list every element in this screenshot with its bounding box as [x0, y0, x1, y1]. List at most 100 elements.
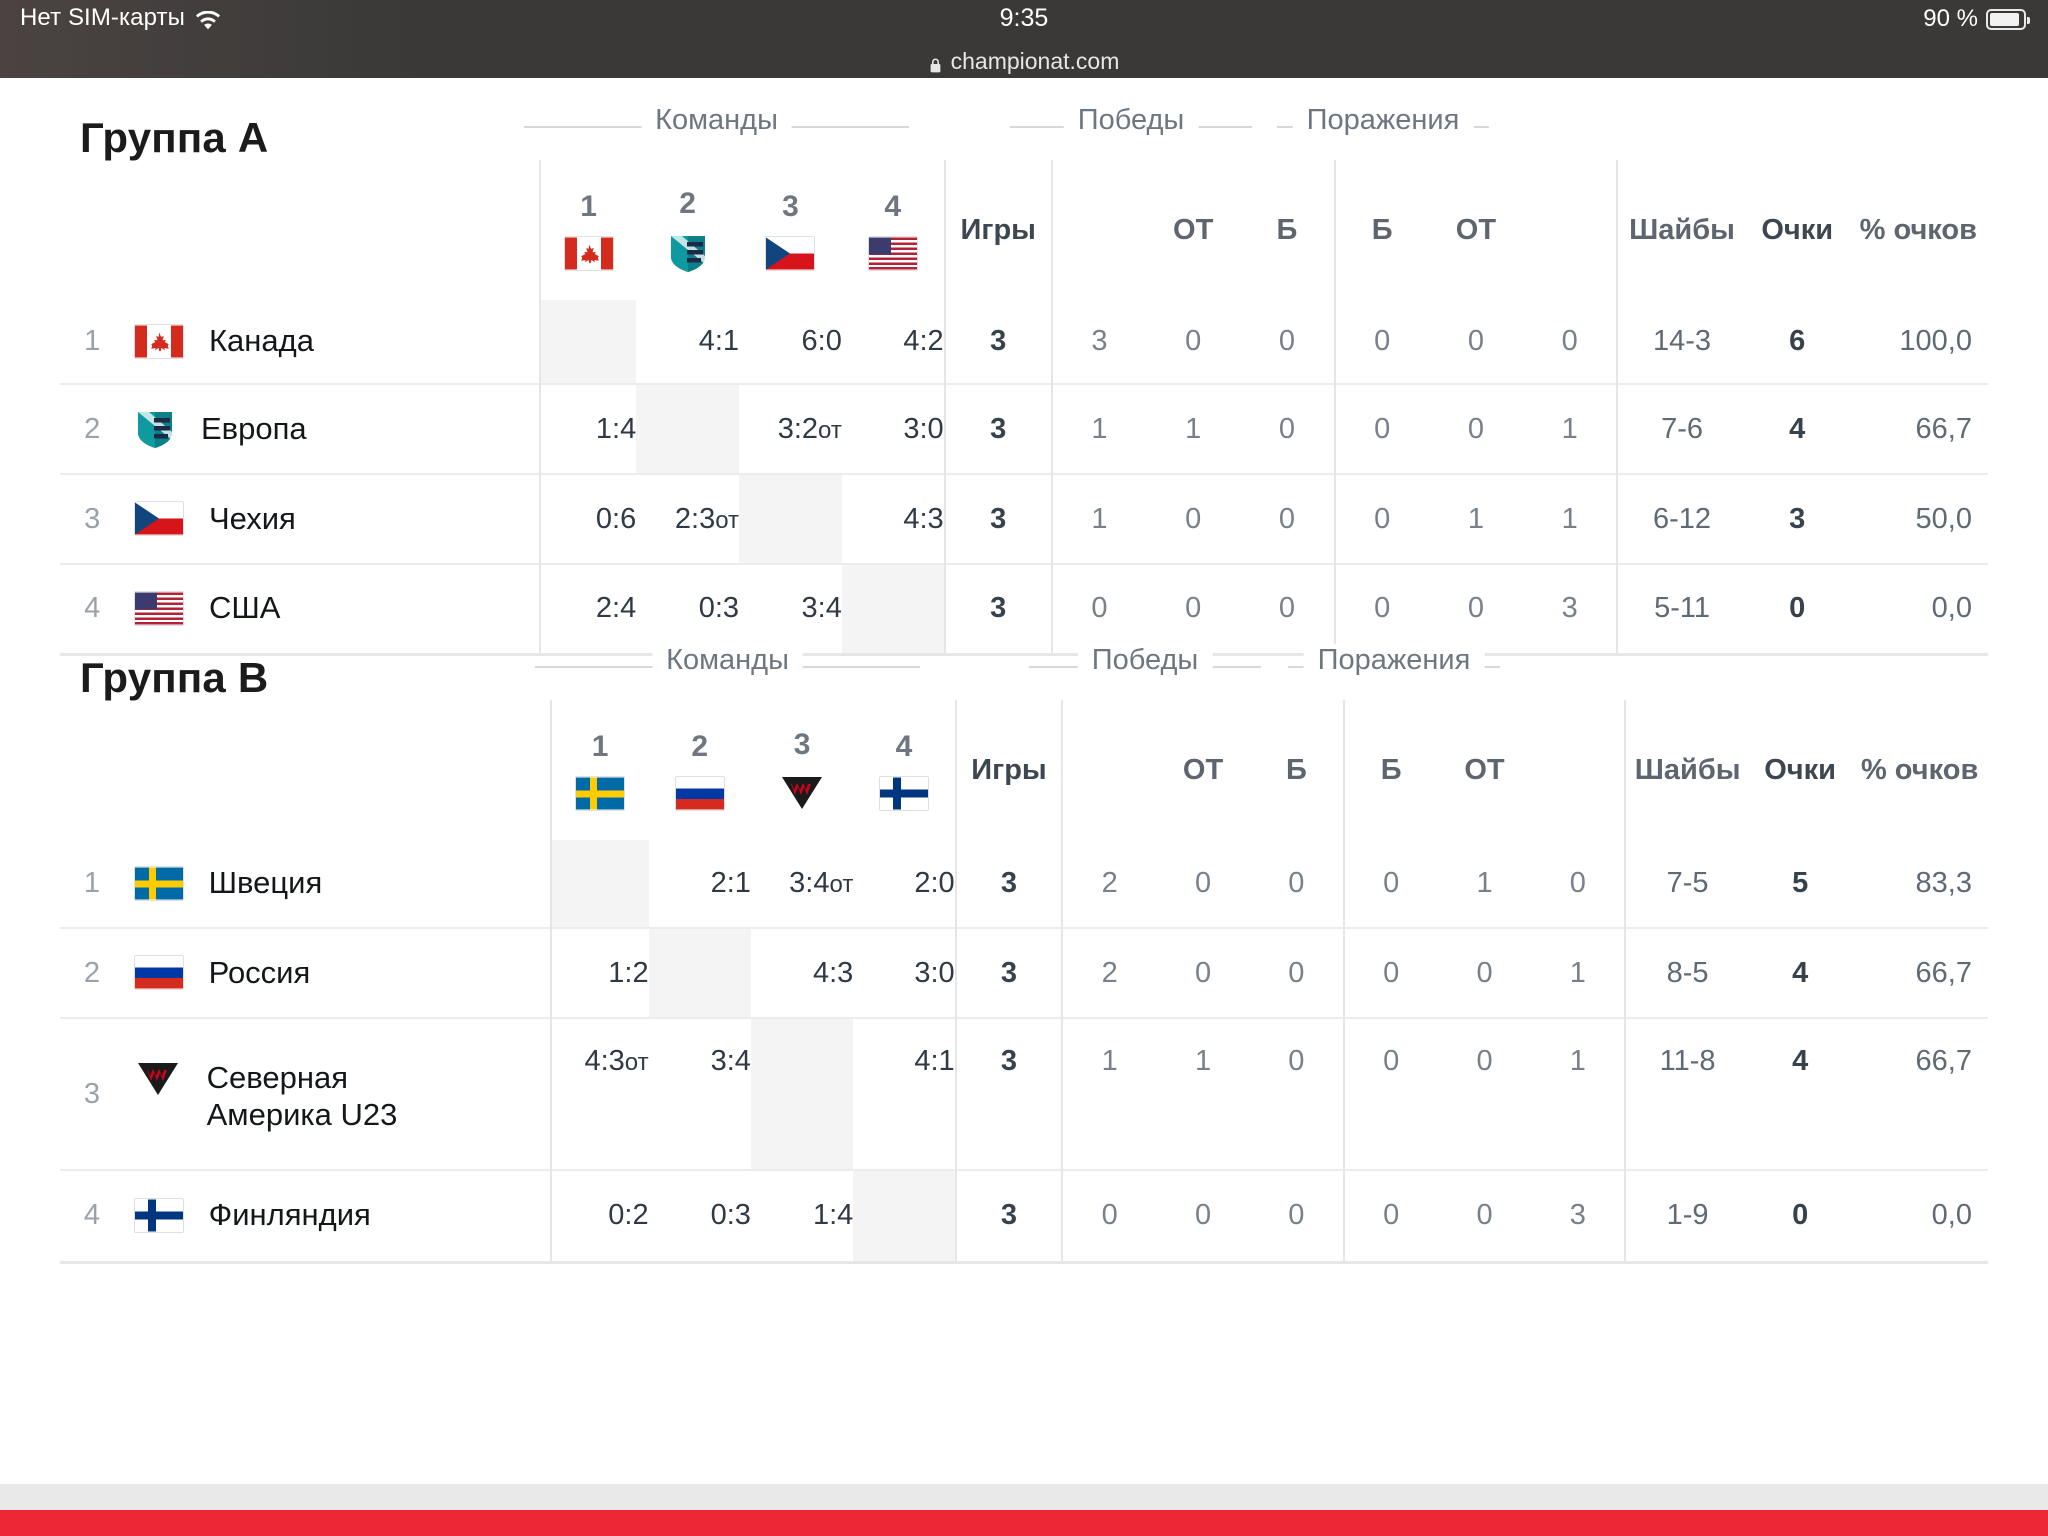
points-cell: 3 — [1789, 502, 1806, 535]
qualified-marker — [124, 928, 135, 1018]
battery-icon — [1986, 8, 2030, 30]
table-row[interactable]: 2 Европа 1:4 3:2от 3:0 3 1 1 0 0 0 1 7-6… — [60, 384, 1988, 474]
table-row[interactable]: 3 Чехия 0:6 2:3от 4:3 3 1 0 0 0 1 1 6-12… — [60, 474, 1988, 564]
team-name: Европа — [200, 410, 307, 446]
points-cell: 6 — [1789, 325, 1806, 357]
match-cell[interactable]: 6:0 — [739, 300, 842, 384]
match-cell[interactable]: 4:3от — [549, 1018, 649, 1170]
match-cell[interactable]: 2:1 — [649, 840, 751, 928]
match-cell[interactable]: 0:2 — [549, 1170, 649, 1262]
team-cell[interactable]: Канада — [134, 300, 540, 384]
header-team-num-3: 3 — [782, 190, 799, 224]
row-rank: 2 — [83, 956, 101, 989]
match-cell[interactable]: 0:3 — [649, 1170, 751, 1262]
caption-wins-label: Победы — [1077, 644, 1213, 677]
header-wins-total — [1050, 160, 1147, 300]
wins-ot-cell: 1 — [1185, 412, 1202, 445]
losses-so-cell: 0 — [1333, 474, 1429, 564]
match-cell[interactable]: 0:6 — [538, 474, 637, 564]
team-cell[interactable]: Европа — [135, 384, 540, 474]
team-cell[interactable]: Чехия — [134, 474, 540, 564]
points-pct-cell: 50,0 — [1915, 502, 1972, 535]
group-b-block: Группа B Команды Победы Поражения 1 2 3 … — [0, 618, 2048, 1262]
wins-ot-cell: 0 — [1185, 325, 1202, 357]
group-a-rows: 1 Канада 4:1 6:0 4:2 3 3 0 0 0 0 0 14-3 … — [60, 300, 1988, 654]
caption-wins: Победы — [1029, 644, 1261, 700]
header-losses-ot: ОТ — [1455, 213, 1497, 246]
losses-ot-cell: 0 — [1467, 412, 1484, 445]
flag-usa — [868, 237, 917, 270]
match-cell[interactable]: 1:4 — [538, 384, 637, 474]
header-team-col-2: 2 — [649, 700, 751, 840]
match-cell — [750, 1018, 854, 1170]
match-cell — [538, 300, 637, 384]
match-cell[interactable]: 4:1 — [636, 300, 739, 384]
wins-so-cell: 0 — [1288, 1199, 1305, 1232]
match-cell — [636, 384, 740, 474]
header-goals: Шайбы — [1624, 700, 1749, 840]
losses-cell: 1 — [1569, 956, 1586, 989]
team-cell[interactable]: Россия — [134, 928, 551, 1018]
group-b-standings-table: 1 2 3 4 Игры ОТ Б Б ОТ Шайбы Очки % очко… — [60, 700, 1988, 1264]
match-cell[interactable]: 1:2 — [549, 928, 649, 1018]
row-rank: 1 — [83, 867, 101, 899]
points-cell: 4 — [1792, 1045, 1809, 1077]
wins-so-cell: 0 — [1278, 325, 1295, 357]
flag-russia — [134, 956, 183, 989]
header-team-num-2: 2 — [679, 187, 696, 220]
header-wins-ot: ОТ — [1182, 753, 1224, 786]
points-cell: 0 — [1792, 1199, 1809, 1232]
footer-red-bar — [0, 1510, 2048, 1536]
header-wins-so: Б — [1285, 753, 1307, 786]
match-cell[interactable]: 4:2 — [842, 300, 945, 384]
losses-ot-cell: 0 — [1476, 1045, 1493, 1077]
flag-north-america-u23 — [779, 774, 825, 812]
status-bar-clock: 9:35 — [999, 4, 1049, 32]
match-cell[interactable]: 3:4 — [649, 1018, 751, 1170]
header-team-col-3: 3 — [739, 160, 842, 300]
team-name: Финляндия — [208, 1197, 371, 1233]
losses-ot-cell: 0 — [1467, 325, 1484, 357]
flag-czech — [766, 237, 815, 270]
header-losses-total — [1523, 160, 1617, 300]
team-cell[interactable]: Северная Америка U23 — [135, 1018, 551, 1170]
table-row[interactable]: 1 Швеция 2:1 3:4от 2:0 3 2 0 0 0 1 0 7-5… — [60, 840, 1988, 928]
safari-url-bar[interactable]: championat.com — [0, 44, 2048, 78]
header-losses-so: Б — [1342, 700, 1438, 840]
points-cell: 5 — [1792, 867, 1809, 899]
goals-cell: 7-5 — [1624, 840, 1749, 928]
table-row[interactable]: 1 Канада 4:1 6:0 4:2 3 3 0 0 0 0 0 14-3 … — [60, 300, 1988, 384]
team-cell[interactable]: Финляндия — [134, 1170, 551, 1262]
flag-europe — [668, 233, 708, 273]
flag-finland — [134, 1199, 183, 1232]
losses-cell: 0 — [1561, 325, 1578, 357]
match-cell[interactable]: 2:0 — [853, 840, 955, 928]
match-cell[interactable]: 1:4 — [751, 1170, 853, 1262]
header-points-pct: % очков — [1860, 753, 1979, 786]
match-cell[interactable]: 4:3 — [842, 474, 945, 564]
header-team-col-3: 3 — [751, 700, 853, 840]
battery-percent-label: 90 % — [1923, 5, 1978, 32]
header-team-col-4: 4 — [853, 700, 955, 840]
losses-ot-cell: 1 — [1476, 867, 1493, 899]
team-cell[interactable]: Швеция — [134, 840, 551, 928]
caption-teams: Команды — [524, 104, 909, 160]
match-cell[interactable]: 3:4от — [751, 840, 853, 928]
match-cell[interactable]: 3:2от — [739, 384, 842, 474]
match-cell[interactable]: 2:3от — [636, 474, 739, 564]
match-cell[interactable]: 3:0 — [853, 928, 955, 1018]
table-row[interactable]: 2 Россия 1:2 4:3 3:0 3 2 0 0 0 0 1 8-5 4… — [60, 928, 1988, 1018]
goals-cell: 11-8 — [1624, 1018, 1749, 1170]
table-row[interactable]: 4 Финляндия 0:2 0:3 1:4 3 0 0 0 0 0 3 1-… — [60, 1170, 1988, 1262]
losses-so-cell: 0 — [1342, 840, 1438, 928]
table-row[interactable]: 3 Северная Америка U23 4:3от 3:4 4:1 3 1… — [60, 1018, 1988, 1170]
losses-cell: 1 — [1569, 1045, 1586, 1077]
match-cell[interactable]: 4:1 — [853, 1018, 955, 1170]
match-cell[interactable]: 4:3 — [751, 928, 853, 1018]
points-pct-cell: 100,0 — [1899, 325, 1972, 357]
match-cell[interactable]: 3:0 — [842, 384, 945, 474]
qualified-marker — [124, 840, 135, 928]
wins-ot-cell: 0 — [1194, 956, 1212, 989]
wins-so-cell: 0 — [1288, 1045, 1305, 1077]
goals-cell: 14-3 — [1616, 300, 1746, 384]
